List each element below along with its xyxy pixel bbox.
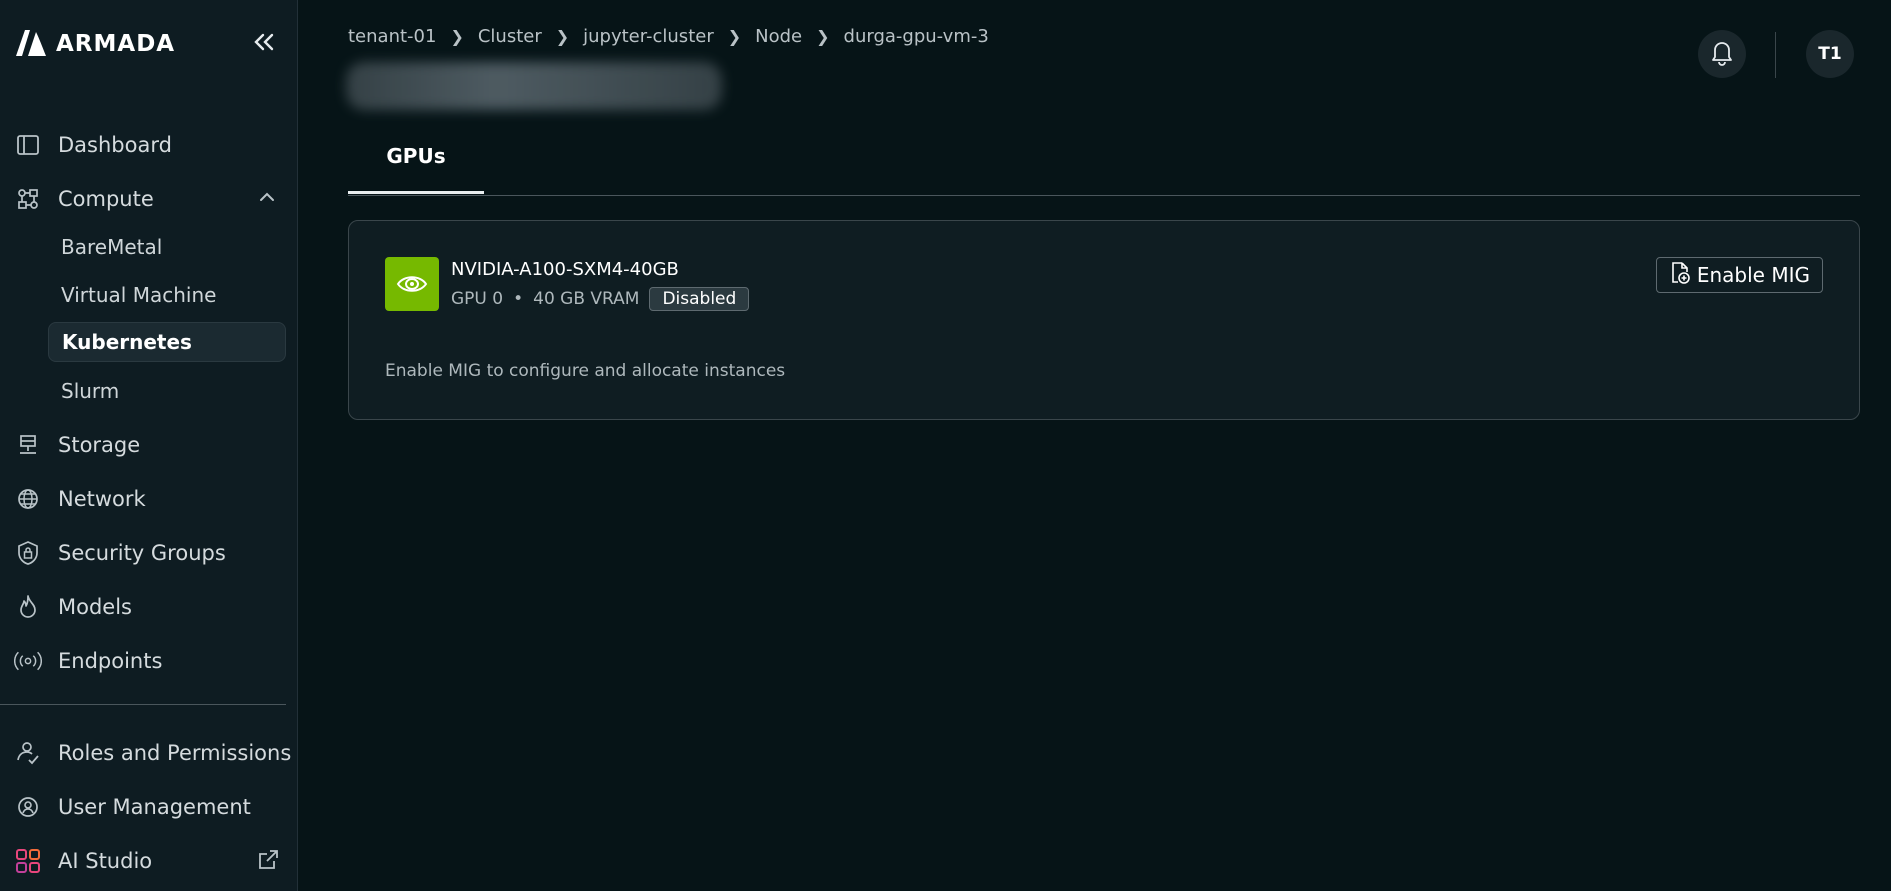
sidebar-item-label: Network — [58, 487, 146, 511]
sidebar-subitem-label: Virtual Machine — [61, 283, 217, 307]
chevron-up-icon[interactable] — [258, 188, 276, 207]
double-chevron-left-icon — [252, 32, 276, 56]
sidebar-item-label: Security Groups — [58, 541, 226, 565]
status-badge: Disabled — [649, 287, 750, 311]
sidebar-item-label: Compute — [58, 187, 154, 211]
sidebar-subitem-baremetal[interactable]: BareMetal — [48, 227, 286, 267]
sidebar-item-label: User Management — [58, 795, 251, 819]
tab-label: GPUs — [386, 144, 446, 168]
sidebar-item-ai-studio[interactable]: AI Studio — [14, 839, 152, 883]
sidebar-item-network[interactable]: Network — [14, 477, 146, 521]
sidebar-subitem-slurm[interactable]: Slurm — [48, 371, 286, 411]
chevron-right-icon: ❯ — [816, 27, 830, 46]
bell-icon — [1709, 38, 1735, 70]
breadcrumb-item-node[interactable]: Node — [755, 26, 802, 47]
user-gear-icon — [14, 793, 42, 821]
sidebar-subitem-virtual-machine[interactable]: Virtual Machine — [48, 275, 286, 315]
sidebar-divider — [0, 704, 286, 705]
broadcast-icon — [14, 647, 42, 675]
globe-icon — [14, 485, 42, 513]
breadcrumb-item-node-name: durga-gpu-vm-3 — [843, 26, 989, 47]
compute-icon — [14, 185, 42, 213]
sidebar-subitem-label: BareMetal — [61, 235, 163, 259]
sidebar-item-compute[interactable]: Compute — [14, 177, 154, 221]
breadcrumb: tenant-01 ❯ Cluster ❯ jupyter-cluster ❯ … — [348, 26, 989, 47]
notifications-button[interactable] — [1698, 30, 1746, 78]
enable-mig-button[interactable]: Enable MIG — [1655, 257, 1823, 293]
meta-separator: • — [513, 289, 524, 309]
users-check-icon — [14, 739, 42, 767]
card-hint-text: Enable MIG to configure and allocate ins… — [385, 361, 786, 381]
brand-logo[interactable]: ARMADA — [14, 26, 175, 62]
chevron-right-icon: ❯ — [450, 27, 464, 46]
gpu-index: GPU 0 — [451, 289, 504, 309]
collapse-sidebar-button[interactable] — [250, 30, 278, 58]
dashboard-icon — [14, 131, 42, 159]
nvidia-logo-icon — [385, 257, 439, 311]
avatar[interactable]: T1 — [1806, 30, 1854, 78]
flame-icon — [14, 593, 42, 621]
sidebar-item-dashboard[interactable]: Dashboard — [14, 123, 172, 167]
header-divider — [1775, 32, 1776, 78]
sidebar-subitem-label: Kubernetes — [62, 330, 192, 354]
gpu-meta: GPU 0 • 40 GB VRAM Disabled — [451, 287, 750, 311]
sidebar-item-security-groups[interactable]: Security Groups — [14, 531, 226, 575]
sidebar-item-roles-and-permissions[interactable]: Roles and Permissions — [14, 731, 291, 775]
sidebar-item-label: AI Studio — [58, 849, 153, 873]
sidebar-subitem-kubernetes[interactable]: Kubernetes — [48, 322, 286, 362]
sidebar-item-label: Dashboard — [58, 133, 172, 157]
storage-icon — [14, 431, 42, 459]
apps-grid-icon — [14, 847, 42, 875]
sidebar-item-models[interactable]: Models — [14, 585, 132, 629]
gpu-vram: 40 GB VRAM — [533, 289, 640, 309]
sidebar-item-label: Roles and Permissions — [58, 741, 292, 765]
chevron-right-icon: ❯ — [727, 27, 742, 46]
enable-mig-label: Enable MIG — [1696, 263, 1810, 287]
sidebar-item-storage[interactable]: Storage — [14, 423, 140, 467]
breadcrumb-item-cluster-name[interactable]: jupyter-cluster — [583, 26, 714, 47]
sidebar-item-label: Endpoints — [58, 649, 163, 673]
shield-lock-icon — [14, 539, 42, 567]
sidebar-item-label: Storage — [58, 433, 141, 457]
breadcrumb-item-tenant[interactable]: tenant-01 — [348, 26, 436, 47]
breadcrumb-item-cluster[interactable]: Cluster — [478, 26, 542, 47]
tab-gpus[interactable]: GPUs — [348, 128, 484, 194]
armada-logo-icon — [14, 26, 48, 62]
chevron-right-icon: ❯ — [555, 27, 570, 46]
sidebar-subitem-label: Slurm — [61, 379, 120, 403]
gpu-name: NVIDIA-A100-SXM4-40GB — [451, 259, 679, 280]
brand-name: ARMADA — [56, 31, 176, 57]
gpu-card: NVIDIA-A100-SXM4-40GB GPU 0 • 40 GB VRAM… — [348, 220, 1860, 420]
file-plus-icon — [1669, 261, 1691, 290]
sidebar-item-endpoints[interactable]: Endpoints — [14, 639, 162, 683]
page-title-blurred — [346, 62, 722, 110]
sidebar-item-user-management[interactable]: User Management — [14, 785, 251, 829]
external-link-icon[interactable] — [256, 848, 280, 876]
tab-bar: GPUs — [348, 128, 1860, 196]
sidebar: ARMADA Dashboard Compute BareMetal Virtu… — [0, 0, 298, 891]
avatar-initials: T1 — [1818, 44, 1842, 64]
sidebar-item-label: Models — [58, 595, 132, 619]
